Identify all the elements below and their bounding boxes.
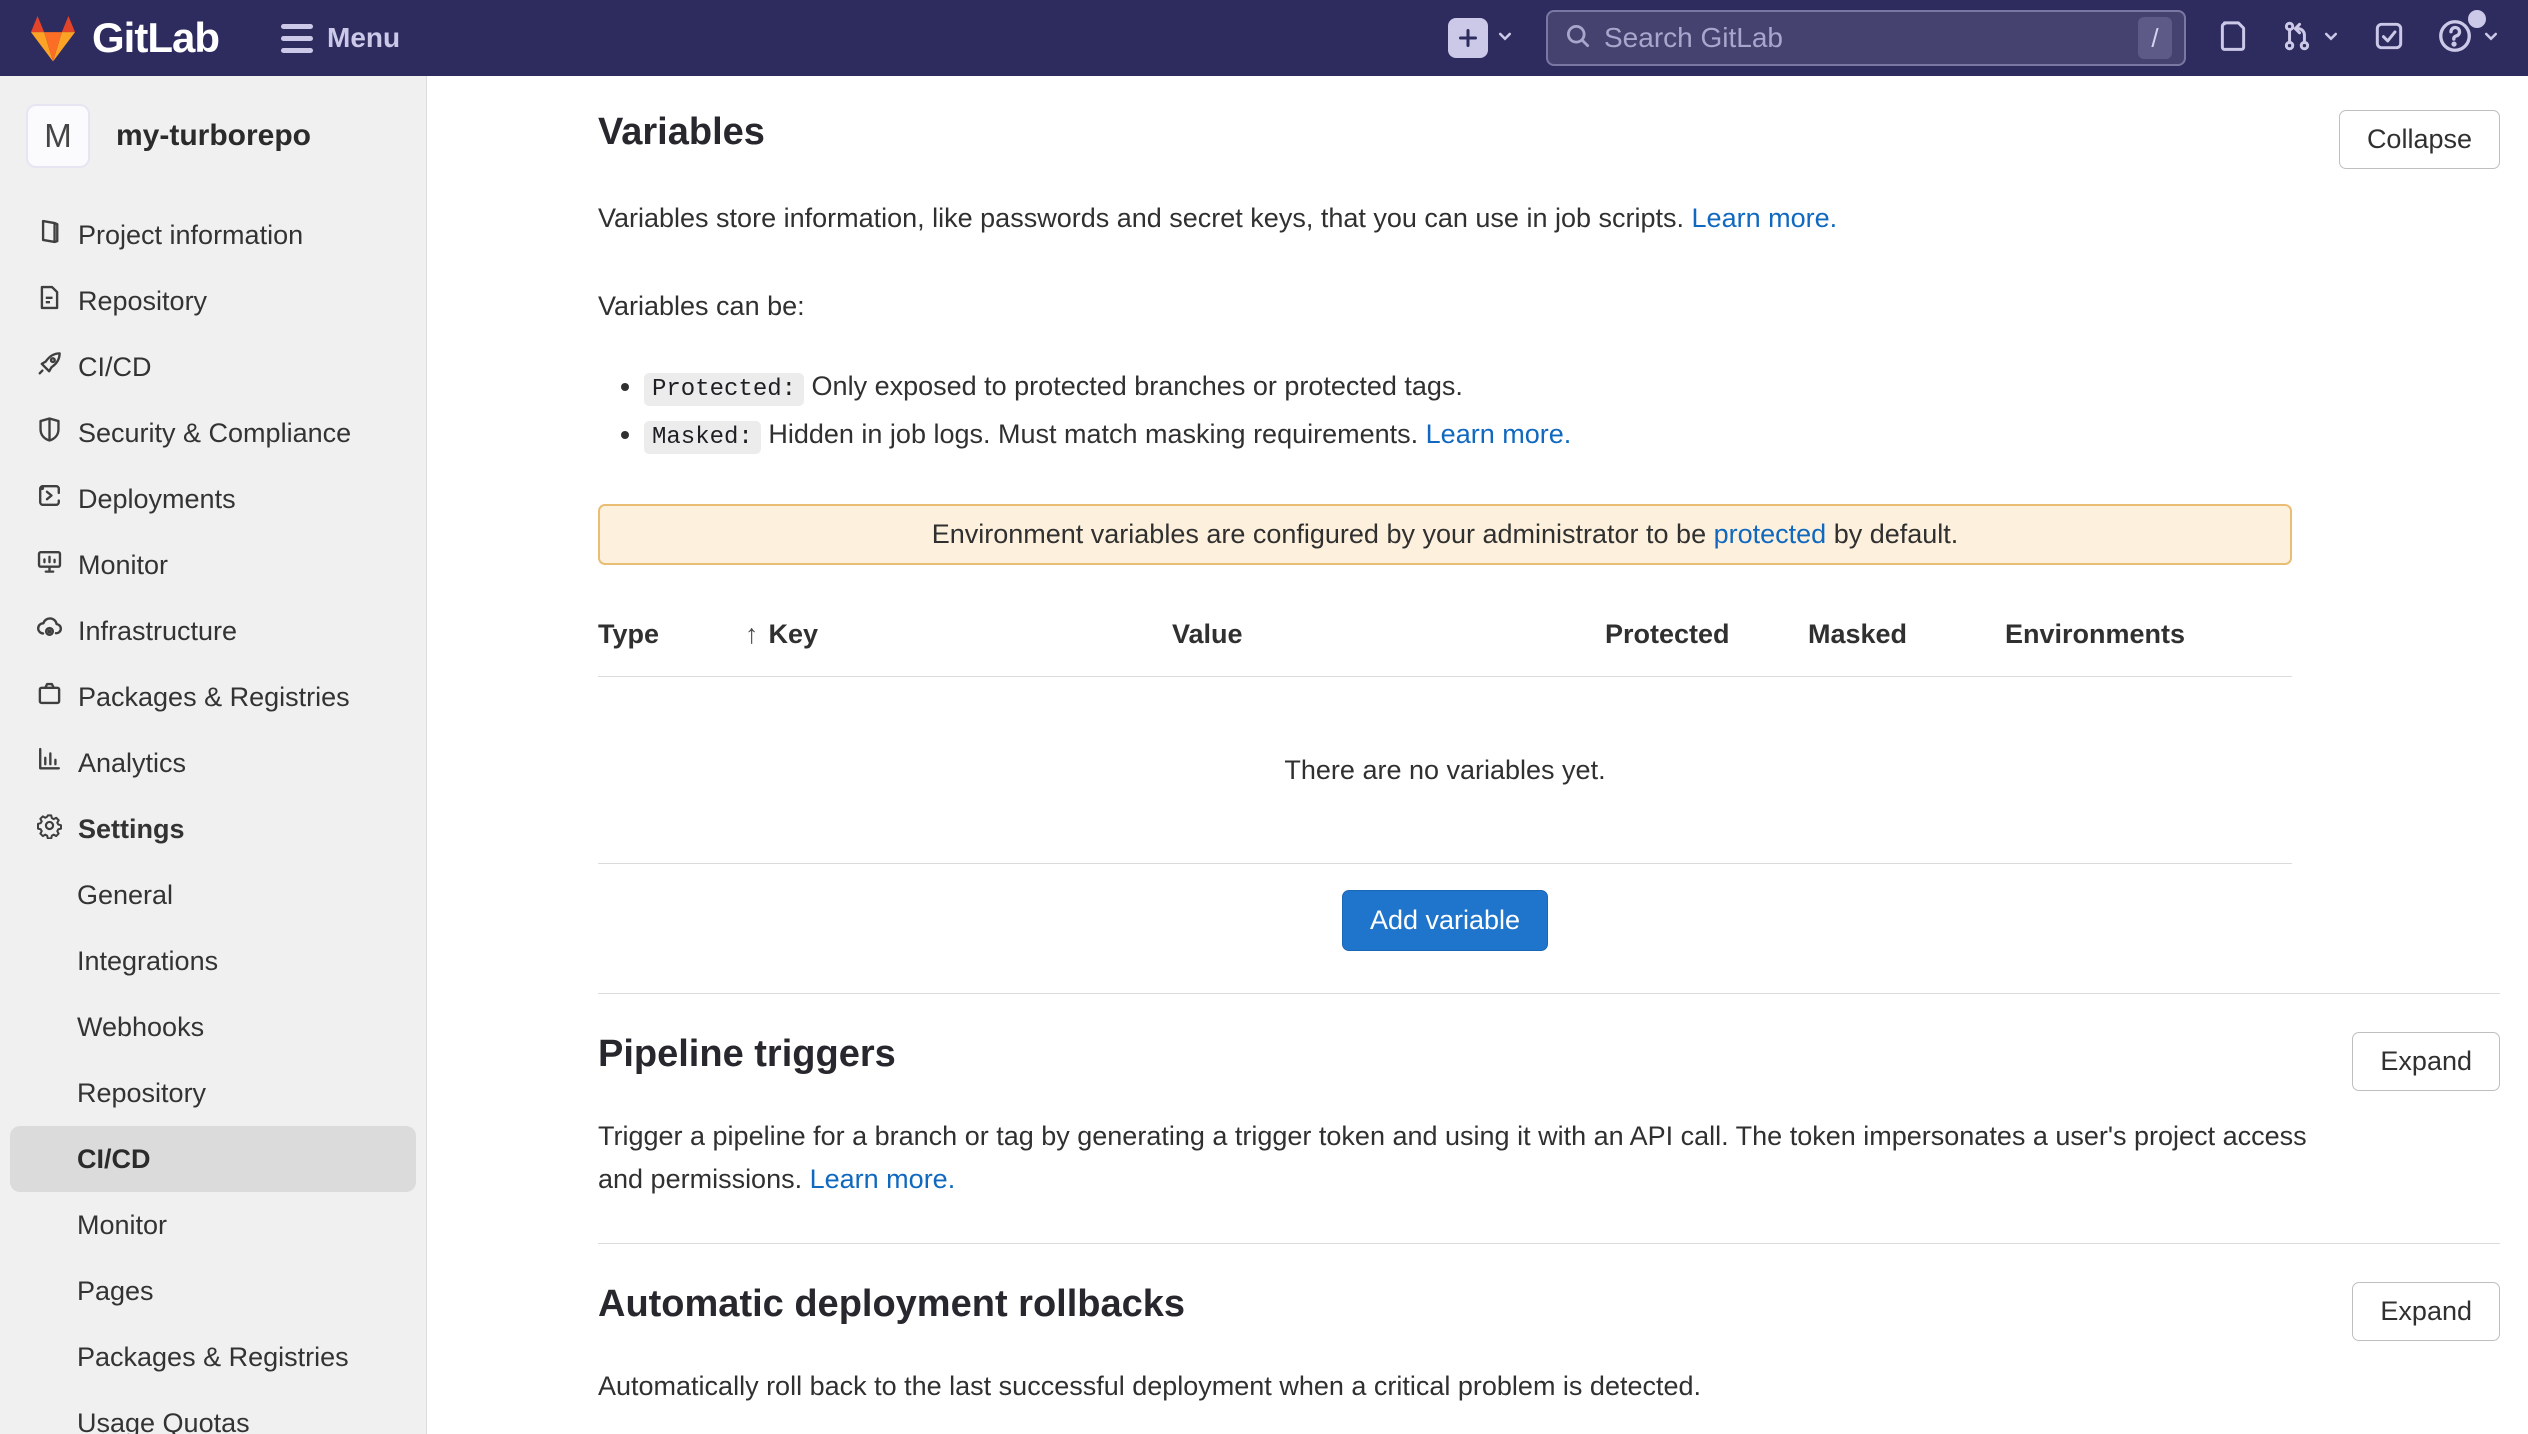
column-header-masked: Masked	[1808, 619, 2005, 650]
chevron-down-icon	[2320, 25, 2342, 52]
settings-content: Variables Collapse Variables store infor…	[427, 76, 2528, 1434]
pipeline-triggers-expand-button[interactable]: Expand	[2352, 1032, 2500, 1091]
gitlab-home-link[interactable]: GitLab	[26, 13, 219, 63]
top-bar: GitLab Menu /	[0, 0, 2528, 76]
todos-button[interactable]	[2372, 19, 2406, 58]
sort-ascending-icon: ↑	[745, 619, 759, 650]
collapse-button[interactable]: Collapse	[2339, 110, 2500, 169]
sidebar-subitem-webhooks[interactable]: Webhooks	[0, 994, 426, 1060]
pipeline-triggers-description: Trigger a pipeline for a branch or tag b…	[598, 1115, 2318, 1201]
sidebar-subitem-pages[interactable]: Pages	[0, 1258, 426, 1324]
admin-protected-banner: Environment variables are configured by …	[598, 504, 2292, 565]
variables-description: Variables store information, like passwo…	[598, 197, 2500, 240]
search-bar[interactable]: /	[1546, 10, 2186, 66]
sidebar-item-analytics[interactable]: Analytics	[0, 730, 426, 796]
variables-section: Variables Collapse Variables store infor…	[598, 110, 2500, 993]
slash-shortcut-badge: /	[2138, 17, 2172, 59]
variables-learn-more-link[interactable]: Learn more.	[1692, 203, 1838, 233]
sidebar-item-repository[interactable]: Repository	[0, 268, 426, 334]
todo-check-icon	[2372, 19, 2406, 58]
pipeline-triggers-section: Pipeline triggers Expand Trigger a pipel…	[598, 994, 2500, 1243]
sidebar-subitem-packages-registries[interactable]: Packages & Registries	[0, 1324, 426, 1390]
hamburger-icon	[281, 24, 313, 53]
monitor-icon	[36, 548, 63, 582]
deployments-icon	[36, 482, 63, 516]
variables-bullet-list: Protected: Only exposed to protected bra…	[598, 364, 2500, 460]
sidebar-item-infrastructure[interactable]: Infrastructure	[0, 598, 426, 664]
sidebar-subitem-usage-quotas[interactable]: Usage Quotas	[0, 1390, 426, 1434]
gitlab-wordmark: GitLab	[92, 14, 219, 62]
issues-icon	[2216, 19, 2250, 58]
sidebar-item-project-information[interactable]: Project information	[0, 202, 426, 268]
menu-button[interactable]: Menu	[281, 22, 400, 54]
sidebar-subitem-integrations[interactable]: Integrations	[0, 928, 426, 994]
masked-bullet: Masked: Hidden in job logs. Must match m…	[644, 412, 2500, 460]
project-sidebar: M my-turborepo Project information Repos…	[0, 76, 427, 1434]
package-icon	[36, 680, 63, 714]
masked-badge: Masked:	[644, 421, 761, 454]
document-icon	[36, 284, 63, 318]
masked-learn-more-link[interactable]: Learn more.	[1426, 419, 1572, 449]
sidebar-project-link[interactable]: M my-turborepo	[0, 104, 426, 176]
empty-state-text: There are no variables yet.	[598, 677, 2292, 864]
notification-dot	[2468, 10, 2486, 28]
rocket-icon	[36, 350, 63, 384]
rollbacks-expand-button[interactable]: Expand	[2352, 1282, 2500, 1341]
plus-icon	[1448, 18, 1488, 58]
new-menu-button[interactable]	[1448, 18, 1516, 58]
merge-requests-button[interactable]	[2280, 19, 2342, 58]
chevron-down-icon	[1494, 25, 1516, 52]
sidebar-nav: Project information Repository CI/CD Sec…	[0, 202, 426, 1434]
sidebar-item-security-compliance[interactable]: Security & Compliance	[0, 400, 426, 466]
project-avatar: M	[26, 104, 90, 168]
rollbacks-section: Automatic deployment rollbacks Expand Au…	[598, 1244, 2500, 1434]
variables-table: Type ↑ Key Value Protected Masked Enviro…	[598, 619, 2292, 993]
chevron-down-icon	[2480, 25, 2502, 52]
shield-icon	[36, 416, 63, 450]
search-icon	[1564, 22, 1592, 55]
variables-table-header: Type ↑ Key Value Protected Masked Enviro…	[598, 619, 2292, 677]
sidebar-item-cicd[interactable]: CI/CD	[0, 334, 426, 400]
sidebar-item-packages-registries[interactable]: Packages & Registries	[0, 664, 426, 730]
column-header-environments: Environments	[2005, 619, 2292, 650]
sidebar-item-monitor[interactable]: Monitor	[0, 532, 426, 598]
column-header-type: Type	[598, 619, 745, 650]
merge-request-icon	[2280, 19, 2314, 58]
issues-button[interactable]	[2216, 19, 2250, 58]
column-header-key-sort[interactable]: ↑ Key	[745, 619, 1172, 650]
triggers-learn-more-link[interactable]: Learn more.	[810, 1164, 956, 1194]
column-header-protected: Protected	[1605, 619, 1808, 650]
sidebar-subitem-general[interactable]: General	[0, 862, 426, 928]
variables-can-be-label: Variables can be:	[598, 285, 2500, 328]
book-icon	[36, 218, 63, 252]
topbar-actions: /	[1448, 10, 2502, 66]
cloud-gear-icon	[36, 614, 63, 648]
banner-protected-link[interactable]: protected	[1714, 519, 1827, 549]
sidebar-subitem-cicd-active[interactable]: CI/CD	[10, 1126, 416, 1192]
gitlab-tanuki-icon	[26, 13, 80, 63]
gear-icon	[36, 812, 63, 846]
pipeline-triggers-title: Pipeline triggers	[598, 1032, 896, 1078]
chart-icon	[36, 746, 63, 780]
sidebar-item-settings[interactable]: Settings	[0, 796, 426, 862]
protected-bullet: Protected: Only exposed to protected bra…	[644, 364, 2500, 412]
protected-badge: Protected:	[644, 373, 804, 406]
column-header-value: Value	[1172, 619, 1605, 650]
search-input[interactable]	[1604, 22, 2126, 54]
project-name: my-turborepo	[116, 119, 311, 153]
variables-title: Variables	[598, 110, 765, 156]
help-menu-button[interactable]	[2436, 17, 2502, 60]
sidebar-subitem-repository[interactable]: Repository	[0, 1060, 426, 1126]
add-variable-button[interactable]: Add variable	[1342, 890, 1548, 951]
rollbacks-description: Automatically roll back to the last succ…	[598, 1365, 2318, 1408]
rollbacks-title: Automatic deployment rollbacks	[598, 1282, 1185, 1328]
sidebar-subitem-monitor[interactable]: Monitor	[0, 1192, 426, 1258]
sidebar-item-deployments[interactable]: Deployments	[0, 466, 426, 532]
